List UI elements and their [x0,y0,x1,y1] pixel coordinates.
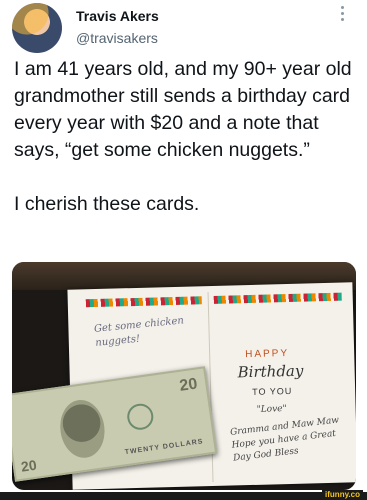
card-signature: Gramma and Maw Maw Hope you have a Great… [229,415,340,464]
tweet-paragraph-2: I cherish these cards. [14,193,200,215]
garland-left [85,296,202,308]
author-handle[interactable]: @travisakers [76,30,158,46]
bill-portrait [56,397,109,461]
card-love: "Love" [256,404,287,415]
bill-amount-corner: 20 [19,456,38,475]
tweet-photo[interactable]: Get some chicken nuggets! HAPPY Birthday… [12,262,356,490]
bill-amount: 20 [178,375,199,395]
tweet-paragraph-1: I am 41 years old, and my 90+ year old g… [14,58,352,161]
card-to-you: TO YOU [252,385,293,397]
author-avatar[interactable] [12,3,62,53]
bill-denomination: TWENTY DOLLARS [124,438,204,457]
author-name[interactable]: Travis Akers [76,8,159,24]
more-options-icon[interactable] [341,6,345,22]
card-birthday: Birthday [237,361,304,382]
card-happy: HAPPY [245,347,290,361]
footer-bar [0,492,367,500]
tweet-text: I am 41 years old, and my 90+ year old g… [14,56,359,218]
card-note: Get some chicken nuggets! [93,315,185,349]
bill-seal-icon [125,402,155,432]
watermark: ifunny.co [322,490,363,500]
garland-right [213,292,342,304]
